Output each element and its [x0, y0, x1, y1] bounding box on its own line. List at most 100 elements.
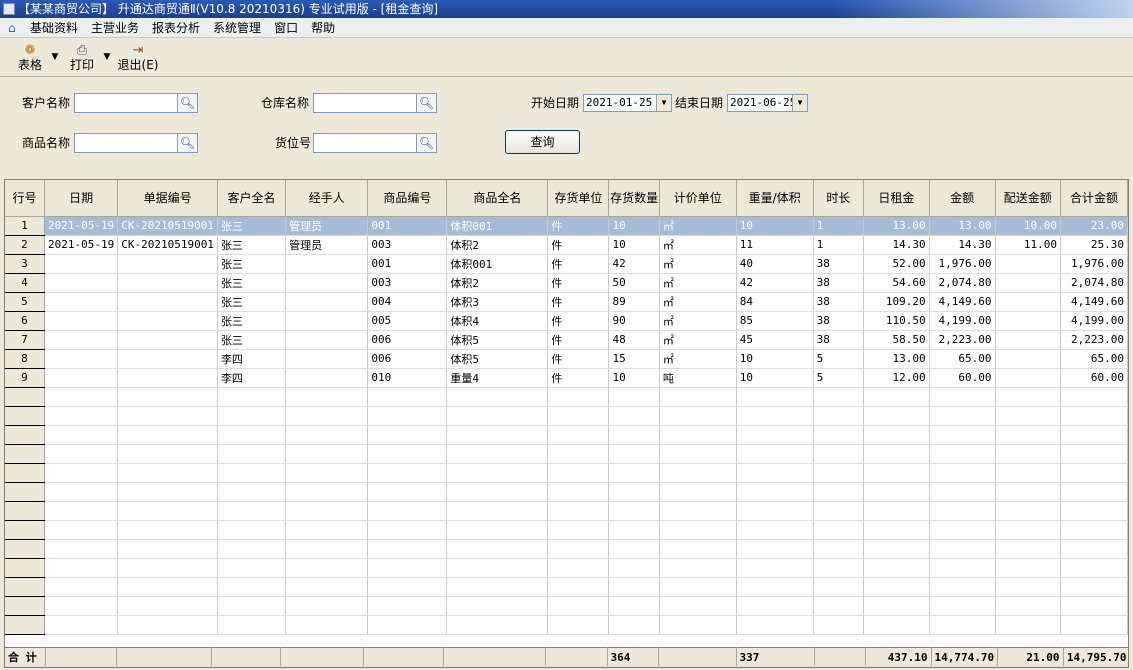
- table-cell[interactable]: [863, 520, 930, 540]
- table-cell[interactable]: 13.00: [929, 216, 996, 236]
- menu-system-management[interactable]: 系统管理: [213, 19, 261, 36]
- table-cell[interactable]: [608, 558, 660, 578]
- table-cell[interactable]: [117, 292, 218, 312]
- table-cell[interactable]: 张三: [217, 235, 287, 255]
- table-cell[interactable]: 管理员: [285, 216, 369, 236]
- table-cell[interactable]: 1,976.00: [1060, 254, 1128, 274]
- table-cell[interactable]: 010: [367, 368, 448, 388]
- table-cell[interactable]: 48: [608, 330, 660, 350]
- table-cell[interactable]: [44, 311, 119, 331]
- location-search-icon[interactable]: 🔍︎: [416, 133, 437, 153]
- table-cell[interactable]: 4,199.00: [929, 311, 996, 331]
- table-cell[interactable]: [446, 577, 549, 597]
- table-cell[interactable]: 张三: [217, 254, 287, 274]
- table-cell[interactable]: [446, 615, 549, 635]
- table-cell[interactable]: [863, 444, 930, 464]
- column-header[interactable]: 经手人: [285, 180, 369, 217]
- table-cell[interactable]: [813, 444, 865, 464]
- table-cell[interactable]: [285, 425, 369, 445]
- table-cell[interactable]: [117, 330, 218, 350]
- table-cell[interactable]: 体积3: [446, 292, 549, 312]
- table-row[interactable]: [5, 577, 1128, 597]
- table-cell[interactable]: [285, 368, 369, 388]
- table-cell[interactable]: 14.30: [929, 235, 996, 255]
- table-cell[interactable]: [736, 596, 814, 616]
- table-cell[interactable]: 42: [736, 273, 814, 293]
- table-cell[interactable]: [547, 463, 610, 483]
- table-cell[interactable]: 4,199.00: [1060, 311, 1128, 331]
- table-cell[interactable]: [608, 501, 660, 521]
- table-cell[interactable]: [285, 482, 369, 502]
- table-cell[interactable]: [659, 615, 737, 635]
- table-cell[interactable]: [44, 615, 119, 635]
- row-number[interactable]: [5, 482, 45, 502]
- table-cell[interactable]: 110.50: [863, 311, 930, 331]
- table-cell[interactable]: [929, 482, 996, 502]
- table-cell[interactable]: 001: [367, 254, 448, 274]
- table-row[interactable]: [5, 482, 1128, 502]
- table-cell[interactable]: [44, 368, 119, 388]
- table-cell[interactable]: ㎡: [659, 235, 737, 255]
- table-cell[interactable]: 58.50: [863, 330, 930, 350]
- table-button[interactable]: ❁ 表格: [8, 42, 52, 74]
- table-cell[interactable]: [446, 463, 549, 483]
- column-header[interactable]: 金额: [929, 180, 996, 217]
- menu-window[interactable]: 窗口: [274, 19, 298, 36]
- table-cell[interactable]: 50: [608, 273, 660, 293]
- table-cell[interactable]: [736, 558, 814, 578]
- table-cell[interactable]: [863, 501, 930, 521]
- table-cell[interactable]: [929, 520, 996, 540]
- table-cell[interactable]: [863, 425, 930, 445]
- table-row[interactable]: 1 2021-05-19 CK-20210519001 张三 管理员 001 体积001 件 1…: [5, 216, 1128, 236]
- table-cell[interactable]: [736, 501, 814, 521]
- table-cell[interactable]: [813, 501, 865, 521]
- row-number[interactable]: 6: [5, 311, 45, 331]
- table-cell[interactable]: [217, 577, 287, 597]
- row-number[interactable]: [5, 577, 45, 597]
- table-cell[interactable]: 001: [367, 216, 448, 236]
- table-cell[interactable]: [44, 539, 119, 559]
- table-cell[interactable]: [44, 444, 119, 464]
- table-cell[interactable]: [995, 349, 1062, 369]
- product-input[interactable]: [74, 133, 178, 153]
- table-cell[interactable]: [813, 406, 865, 426]
- table-cell[interactable]: [736, 444, 814, 464]
- menu-help[interactable]: 帮助: [311, 19, 335, 36]
- table-cell[interactable]: [446, 596, 549, 616]
- table-cell[interactable]: [217, 558, 287, 578]
- table-cell[interactable]: [285, 596, 369, 616]
- table-cell[interactable]: ㎡: [659, 349, 737, 369]
- location-input[interactable]: [313, 133, 417, 153]
- table-cell[interactable]: [446, 406, 549, 426]
- table-cell[interactable]: 003: [367, 273, 448, 293]
- table-cell[interactable]: [117, 387, 218, 407]
- table-cell[interactable]: 张三: [217, 292, 287, 312]
- table-cell[interactable]: [446, 501, 549, 521]
- table-cell[interactable]: [659, 577, 737, 597]
- table-cell[interactable]: [736, 577, 814, 597]
- table-cell[interactable]: 件: [547, 311, 610, 331]
- row-number[interactable]: [5, 406, 45, 426]
- table-cell[interactable]: [995, 482, 1062, 502]
- column-header[interactable]: 时长: [813, 180, 865, 217]
- table-cell[interactable]: [1060, 558, 1128, 578]
- table-cell[interactable]: 14.30: [863, 235, 930, 255]
- table-cell[interactable]: [44, 520, 119, 540]
- table-cell[interactable]: [44, 349, 119, 369]
- table-cell[interactable]: [608, 482, 660, 502]
- table-cell[interactable]: 54.60: [863, 273, 930, 293]
- table-cell[interactable]: [608, 444, 660, 464]
- table-cell[interactable]: 006: [367, 349, 448, 369]
- table-cell[interactable]: [736, 425, 814, 445]
- column-header[interactable]: 合计金额: [1060, 180, 1128, 217]
- column-header[interactable]: 重量/体积: [736, 180, 814, 217]
- table-cell[interactable]: 38: [813, 273, 865, 293]
- customer-input[interactable]: [74, 93, 178, 113]
- row-number[interactable]: [5, 444, 45, 464]
- row-number[interactable]: [5, 596, 45, 616]
- table-cell[interactable]: 5: [813, 349, 865, 369]
- table-cell[interactable]: 体积2: [446, 235, 549, 255]
- table-cell[interactable]: 2,074.80: [1060, 273, 1128, 293]
- table-cell[interactable]: 体积2: [446, 273, 549, 293]
- table-cell[interactable]: [446, 444, 549, 464]
